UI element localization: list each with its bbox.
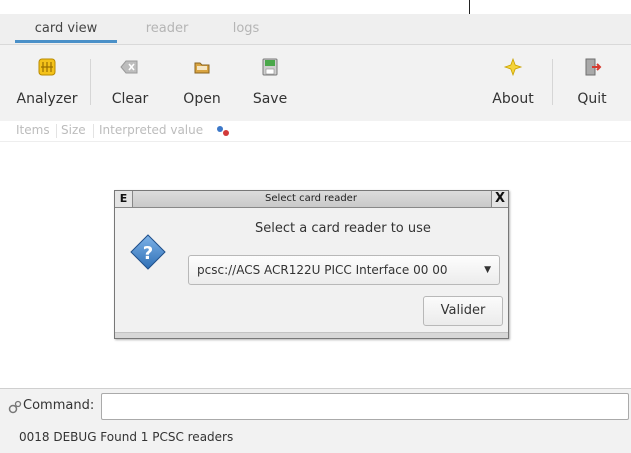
dialog-menu-button[interactable]: E	[115, 191, 133, 207]
exit-door-icon	[585, 58, 602, 76]
log-status-bar: 0018 DEBUG Found 1 PCSC readers	[0, 423, 631, 453]
clear-button[interactable]: Clear	[100, 45, 160, 121]
dialog-title: Select card reader	[265, 193, 357, 204]
dropdown-arrow-icon: ▼	[484, 265, 491, 275]
sim-card-icon	[38, 58, 56, 76]
quit-label: Quit	[577, 91, 607, 107]
command-input[interactable]	[101, 393, 629, 420]
command-label: Command:	[23, 398, 95, 413]
card-tree-header: Items Size Interpreted value	[0, 121, 631, 142]
save-icon	[262, 58, 278, 76]
app-window: card view reader logs Analyzer Clear Ope…	[0, 14, 631, 453]
log-line: 0018 DEBUG Found 1 PCSC readers	[19, 430, 234, 444]
active-tab-indicator	[15, 40, 117, 43]
tab-card-view[interactable]: card view	[15, 19, 117, 41]
dialog-bottom-bar	[115, 332, 508, 338]
about-label: About	[492, 91, 534, 107]
toolbar-separator	[90, 59, 91, 105]
reader-select-value: pcsc://ACS ACR122U PICC Interface 00 00	[197, 263, 448, 277]
column-items[interactable]: Items	[16, 123, 50, 137]
analyzer-button[interactable]: Analyzer	[8, 45, 86, 121]
analyzer-label: Analyzer	[16, 91, 78, 107]
open-label: Open	[183, 91, 221, 107]
star-icon	[503, 57, 523, 77]
valider-button[interactable]: Valider	[423, 296, 503, 326]
folder-open-icon	[194, 62, 210, 74]
clear-icon	[120, 60, 138, 74]
save-button[interactable]: Save	[240, 45, 300, 121]
reader-select[interactable]: pcsc://ACS ACR122U PICC Interface 00 00 …	[188, 255, 500, 285]
toolbar: Analyzer Clear Open Save About Quit	[0, 45, 631, 122]
command-gear-icon	[8, 400, 22, 414]
column-divider[interactable]	[56, 124, 57, 138]
column-divider[interactable]	[93, 124, 94, 138]
command-bar: Command:	[0, 388, 631, 423]
tab-bar: card view reader logs	[0, 14, 631, 45]
dialog-prompt: Select a card reader to use	[255, 221, 431, 236]
dialog-close-button[interactable]: X	[491, 191, 508, 207]
sort-icon[interactable]	[216, 124, 230, 138]
window-edge-line	[469, 0, 470, 14]
tab-logs[interactable]: logs	[218, 19, 274, 41]
open-button[interactable]: Open	[172, 45, 232, 121]
about-button[interactable]: About	[483, 45, 543, 121]
quit-button[interactable]: Quit	[562, 45, 622, 121]
svg-text:?: ?	[143, 243, 153, 264]
question-icon: ?	[130, 234, 166, 270]
column-interpreted-value[interactable]: Interpreted value	[99, 123, 203, 137]
clear-label: Clear	[111, 91, 149, 107]
column-size[interactable]: Size	[61, 123, 86, 137]
save-label: Save	[252, 91, 288, 107]
toolbar-separator	[552, 59, 553, 105]
dialog-titlebar[interactable]: E Select card reader X	[115, 191, 508, 208]
tab-reader[interactable]: reader	[132, 19, 202, 41]
select-reader-dialog: E Select card reader X ? Select a card r…	[114, 190, 509, 339]
